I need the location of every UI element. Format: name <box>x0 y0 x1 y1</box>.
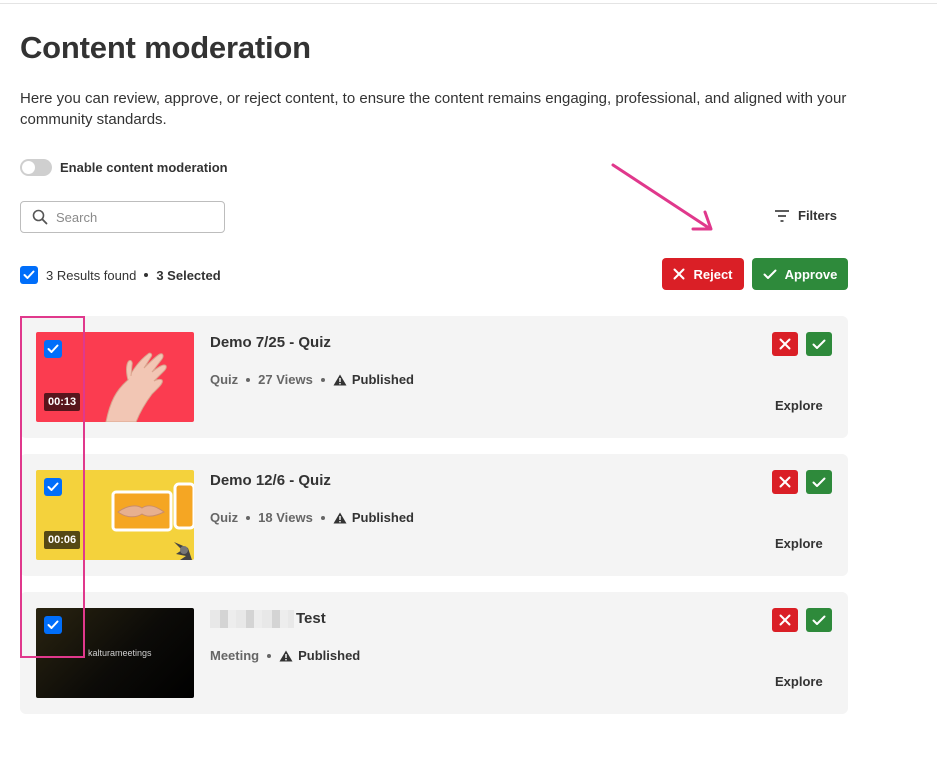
reject-entry-button[interactable] <box>772 470 798 494</box>
explore-link[interactable]: Explore <box>775 398 823 413</box>
filters-label: Filters <box>798 208 838 223</box>
entry-title-text: Test <box>296 610 326 627</box>
entry-card: 00:13 Demo 7/25 - Quiz Quiz 27 Views Pub… <box>20 316 848 438</box>
separator-dot <box>246 515 251 520</box>
entry-status-label: Published <box>298 648 361 663</box>
entry-meta: Meeting Published <box>210 648 360 663</box>
bulk-approve-button[interactable]: Approve <box>752 258 848 290</box>
entry-views: 18 Views <box>258 510 313 525</box>
warning-icon <box>333 374 347 385</box>
explore-link[interactable]: Explore <box>775 536 823 551</box>
check-icon <box>812 615 826 625</box>
separator-dot <box>246 377 251 382</box>
search-box[interactable] <box>20 201 225 233</box>
entry-status-label: Published <box>351 510 414 525</box>
search-icon <box>32 209 48 225</box>
results-found-text: 3 Results found <box>46 267 137 283</box>
filter-icon <box>775 209 789 222</box>
approve-entry-button[interactable] <box>806 470 832 494</box>
top-divider <box>0 3 937 4</box>
check-icon <box>812 339 826 349</box>
entry-type: Quiz <box>210 510 239 525</box>
toggle-knob <box>22 161 35 174</box>
separator-dot <box>144 273 149 277</box>
moderation-toggle[interactable] <box>20 159 52 176</box>
warning-icon <box>279 650 293 661</box>
page-description: Here you can review, approve, or reject … <box>20 90 847 128</box>
annotation-arrow-icon <box>611 163 713 231</box>
entry-meta: Quiz 18 Views Published <box>210 510 414 525</box>
entry-title[interactable]: Test <box>210 610 326 629</box>
check-icon <box>763 269 777 279</box>
reject-entry-button[interactable] <box>772 332 798 356</box>
entry-title[interactable]: Demo 12/6 - Quiz <box>210 472 331 489</box>
results-summary: 3 Results found 3 Selected <box>20 266 221 284</box>
close-icon <box>779 476 791 488</box>
separator-dot <box>267 653 272 658</box>
redacted-text <box>210 610 294 629</box>
entry-status: Published <box>333 510 414 525</box>
explore-link[interactable]: Explore <box>775 674 823 689</box>
approve-entry-button[interactable] <box>806 608 832 632</box>
select-all-checkbox[interactable] <box>20 266 38 284</box>
entry-type: Quiz <box>210 372 239 387</box>
warning-icon <box>333 512 347 523</box>
approve-entry-button[interactable] <box>806 332 832 356</box>
entry-views: 27 Views <box>258 372 313 387</box>
entry-status: Published <box>333 372 414 387</box>
check-icon <box>812 477 826 487</box>
close-icon <box>779 338 791 350</box>
search-input[interactable] <box>56 209 206 225</box>
bulk-reject-button[interactable]: Reject <box>662 258 744 290</box>
separator-dot <box>320 377 325 382</box>
checkmark-icon <box>23 270 35 279</box>
entry-card: kalturameetings Test Meeting Published E… <box>20 592 848 714</box>
thumbnail-logo-text: kalturameetings <box>88 648 152 658</box>
selected-count-text: 3 Selected <box>156 267 221 283</box>
close-icon <box>779 614 791 626</box>
separator-dot <box>320 515 325 520</box>
moderation-toggle-row: Enable content moderation <box>20 159 228 176</box>
bulk-approve-label: Approve <box>784 266 838 282</box>
entry-status: Published <box>279 648 360 663</box>
entry-title[interactable]: Demo 7/25 - Quiz <box>210 334 331 351</box>
entry-type: Meeting <box>210 648 260 663</box>
filters-button[interactable]: Filters <box>774 208 837 223</box>
reject-entry-button[interactable] <box>772 608 798 632</box>
entry-status-label: Published <box>351 372 414 387</box>
entry-card: 00:06 Demo 12/6 - Quiz Quiz 18 Views Pub… <box>20 454 848 576</box>
annotation-highlight-box <box>20 316 85 658</box>
bulk-reject-label: Reject <box>693 266 733 282</box>
entry-meta: Quiz 27 Views Published <box>210 372 414 387</box>
moderation-toggle-label: Enable content moderation <box>60 160 228 175</box>
close-icon <box>673 268 685 280</box>
page-title: Content moderation <box>20 30 311 65</box>
